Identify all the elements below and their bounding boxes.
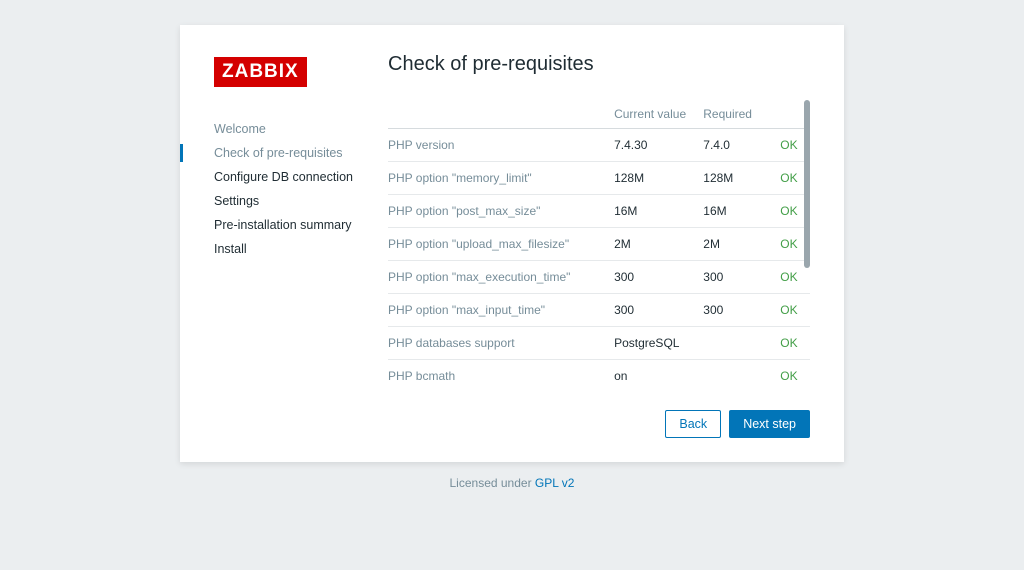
table-row: PHP version7.4.307.4.0OK — [388, 129, 810, 162]
cell-required — [703, 327, 780, 360]
cell-required: 300 — [703, 261, 780, 294]
cell-current: 300 — [614, 261, 703, 294]
cell-check: PHP option "max_execution_time" — [388, 261, 614, 294]
cell-current: 300 — [614, 294, 703, 327]
nav-step-summary[interactable]: Pre-installation summary — [214, 213, 388, 237]
license-text: Licensed under GPL v2 — [450, 476, 575, 490]
table-row: PHP bcmathon OK — [388, 360, 810, 391]
cell-required: 128M — [703, 162, 780, 195]
license-link[interactable]: GPL v2 — [535, 476, 575, 490]
table-row: PHP option "post_max_size"16M16MOK — [388, 195, 810, 228]
cell-check: PHP option "post_max_size" — [388, 195, 614, 228]
cell-required: 7.4.0 — [703, 129, 780, 162]
step-nav: Welcome Check of pre-requisites Configur… — [214, 117, 388, 261]
cell-required: 16M — [703, 195, 780, 228]
nav-step-install[interactable]: Install — [214, 237, 388, 261]
col-current: Current value — [614, 98, 703, 129]
cell-required — [703, 360, 780, 391]
cell-status: OK — [780, 327, 810, 360]
cell-status: OK — [780, 360, 810, 391]
cell-check: PHP option "upload_max_filesize" — [388, 228, 614, 261]
sidebar: ZABBIX Welcome Check of pre-requisites C… — [214, 53, 388, 438]
cell-check: PHP bcmath — [388, 360, 614, 391]
table-row: PHP option "max_execution_time"300300OK — [388, 261, 810, 294]
cell-required: 2M — [703, 228, 780, 261]
page-title: Check of pre-requisites — [388, 53, 810, 76]
cell-check: PHP databases support — [388, 327, 614, 360]
cell-current: PostgreSQL — [614, 327, 703, 360]
installer-card: ZABBIX Welcome Check of pre-requisites C… — [180, 25, 844, 462]
prereq-table-wrap: Current value Required PHP version7.4.30… — [388, 98, 810, 390]
cell-check: PHP option "memory_limit" — [388, 162, 614, 195]
button-row: Back Next step — [388, 410, 810, 438]
cell-current: 2M — [614, 228, 703, 261]
cell-current: 7.4.30 — [614, 129, 703, 162]
table-row: PHP option "memory_limit"128M128MOK — [388, 162, 810, 195]
back-button[interactable]: Back — [665, 410, 721, 438]
cell-current: 128M — [614, 162, 703, 195]
nav-step-welcome[interactable]: Welcome — [214, 117, 388, 141]
cell-check: PHP option "max_input_time" — [388, 294, 614, 327]
next-step-button[interactable]: Next step — [729, 410, 810, 438]
prereq-table: Current value Required PHP version7.4.30… — [388, 98, 810, 390]
col-check — [388, 98, 614, 129]
table-header-row: Current value Required — [388, 98, 810, 129]
cell-check: PHP version — [388, 129, 614, 162]
col-required: Required — [703, 98, 780, 129]
table-row: PHP databases supportPostgreSQL OK — [388, 327, 810, 360]
cell-status: OK — [780, 294, 810, 327]
cell-current: on — [614, 360, 703, 391]
table-row: PHP option "upload_max_filesize"2M2MOK — [388, 228, 810, 261]
cell-current: 16M — [614, 195, 703, 228]
main-content: Check of pre-requisites Current value Re… — [388, 53, 810, 438]
cell-required: 300 — [703, 294, 780, 327]
nav-step-settings[interactable]: Settings — [214, 189, 388, 213]
table-row: PHP option "max_input_time"300300OK — [388, 294, 810, 327]
nav-step-prerequisites[interactable]: Check of pre-requisites — [214, 141, 388, 165]
nav-step-db[interactable]: Configure DB connection — [214, 165, 388, 189]
zabbix-logo: ZABBIX — [214, 57, 307, 87]
scrollbar[interactable] — [804, 100, 810, 268]
